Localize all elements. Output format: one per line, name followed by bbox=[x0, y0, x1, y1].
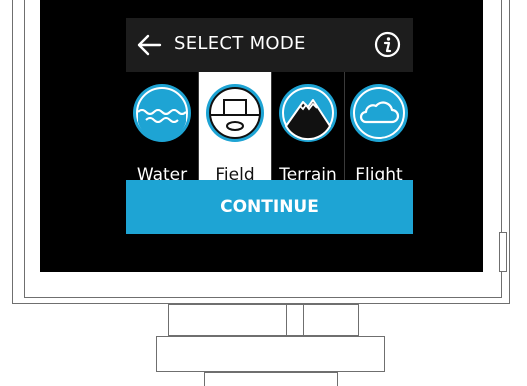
mount-post bbox=[204, 372, 338, 386]
mount-base bbox=[156, 336, 385, 372]
page-title: SELECT MODE bbox=[174, 33, 306, 54]
screen-header: SELECT MODE bbox=[126, 18, 413, 72]
connector-stem bbox=[286, 304, 304, 336]
water-icon bbox=[133, 84, 191, 142]
field-icon bbox=[206, 84, 264, 142]
arrow-left-icon[interactable] bbox=[136, 32, 162, 58]
device-screen: SELECT MODE Water Field Terrain Flight C… bbox=[126, 18, 413, 234]
continue-label: CONTINUE bbox=[220, 197, 319, 217]
terrain-icon bbox=[279, 84, 337, 142]
continue-button[interactable]: CONTINUE bbox=[126, 180, 413, 234]
cloud-icon bbox=[350, 84, 408, 142]
info-circle-icon[interactable] bbox=[374, 31, 401, 58]
connector-collar bbox=[168, 304, 359, 336]
device-side-tab bbox=[499, 232, 507, 272]
